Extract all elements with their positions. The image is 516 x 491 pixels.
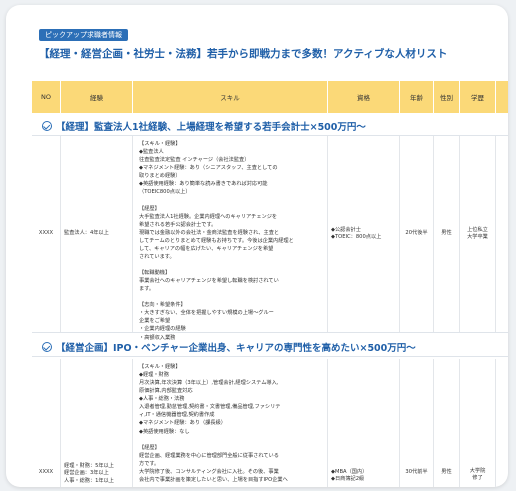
- cell-no: XXXX: [32, 359, 61, 487]
- cell-education: 大学院 修了: [460, 359, 496, 487]
- cell-experience: 監査法人：4年以上: [61, 136, 133, 332]
- cell-gender: 男性: [434, 359, 460, 487]
- skill-text: 【スキル・経験】 ◆監査法人 往査監査法定監査 インチャージ（会社法監査） ◆マ…: [139, 141, 294, 341]
- column-header-qualification: 資格: [328, 81, 400, 113]
- column-header-gender: 性別: [434, 81, 460, 113]
- cell-skill: 【スキル・経験】 ◆監査法人 往査監査法定監査 インチャージ（会社法監査） ◆マ…: [133, 136, 328, 341]
- column-header-experience: 経験: [61, 81, 133, 113]
- page-title: 【経理・経営企画・社労士・法務】若手から即戦力まで多数！アクティブな人材リスト: [39, 48, 448, 60]
- skill-text: 【スキル・経験】 ◆経理・財務 月次決算,年次決算（3年以上）,管理会計,経理シ…: [139, 364, 288, 483]
- cell-gender: 男性: [434, 136, 460, 332]
- column-header-education: 学歴: [460, 81, 496, 113]
- check-circle-icon: [42, 120, 52, 131]
- panel: ピックアップ求職者情報 【経理・経営企画・社労士・法務】若手から即戦力まで多数！…: [6, 5, 508, 487]
- cell-skill: 【スキル・経験】 ◆経理・財務 月次決算,年次決算（3年以上）,管理会計,経理シ…: [133, 359, 328, 487]
- section-heading: 【経理】監査法人1社経験、上場経理を希望する若手会計士×500万円〜: [32, 116, 508, 136]
- table-row: XXXX 監査法人：4年以上 【スキル・経験】 ◆監査法人 往査監査法定監査 イ…: [32, 136, 508, 341]
- section-heading-text: 【経理】監査法人1社経験、上場経理を希望する若手会計士×500万円〜: [56, 121, 366, 133]
- table-header: NO 経験 スキル 資格 年齢 性別 学歴: [32, 81, 508, 113]
- section-heading: 【経営企画】IPO・ベンチャー企業出身、キャリアの専門性を高めたい×500万円〜: [32, 337, 508, 357]
- section-heading-text: 【経営企画】IPO・ベンチャー企業出身、キャリアの専門性を高めたい×500万円〜: [56, 342, 416, 354]
- cell-extra: [496, 359, 508, 487]
- table-row: XXXX 経理・財務：5年以上 経営企画：3年以上 人事・総務：1年以上 【スキ…: [32, 359, 508, 487]
- cell-qualification: ◆公認会計士 ◆TOEIC：800点以上: [328, 136, 400, 332]
- column-header-no: NO: [32, 81, 61, 113]
- cell-age: 30代前半: [400, 359, 434, 487]
- pickup-badge: ピックアップ求職者情報: [39, 29, 128, 41]
- cell-extra: [496, 136, 508, 332]
- cell-experience: 経理・財務：5年以上 経営企画：3年以上 人事・総務：1年以上: [61, 359, 133, 487]
- column-header-age: 年齢: [400, 81, 434, 113]
- cell-no: XXXX: [32, 136, 61, 332]
- cell-qualification: ◆MBA（国内） ◆日商簿記2級: [328, 359, 400, 487]
- cell-education: 上位私立 大学卒業: [460, 136, 496, 332]
- column-header-skill: スキル: [133, 81, 328, 113]
- cell-age: 20代後半: [400, 136, 434, 332]
- column-header-extra: [496, 81, 508, 113]
- check-circle-icon: [42, 341, 52, 352]
